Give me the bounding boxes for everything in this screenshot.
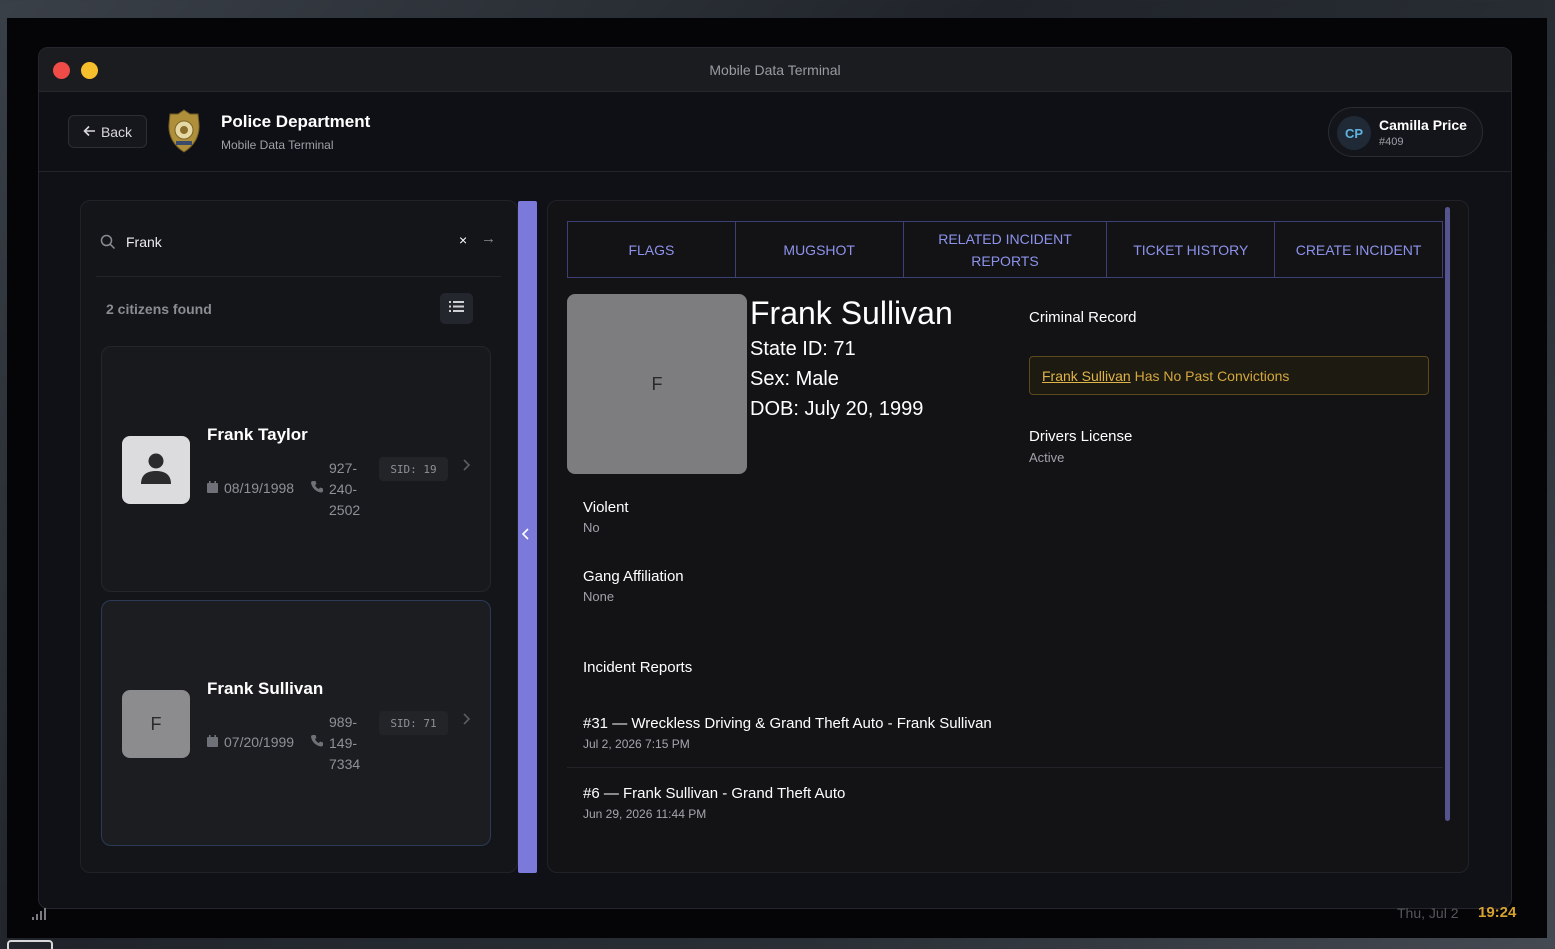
calendar-icon	[207, 734, 218, 750]
citizen-dob: 08/19/1998	[207, 480, 294, 496]
gang-title: Gang Affiliation	[583, 568, 684, 585]
incident-title: #6 — Frank Sullivan - Grand Theft Auto	[583, 785, 846, 802]
conviction-name-link[interactable]: Frank Sullivan	[1042, 368, 1131, 384]
chevron-right-icon	[462, 712, 471, 731]
taskbar-date: Thu, Jul 2	[1397, 905, 1459, 921]
tab-flags[interactable]: FLAGS	[568, 222, 736, 277]
incident-title: #31 — Wreckless Driving & Grand Theft Au…	[583, 715, 992, 732]
tab-ticket-history[interactable]: TICKET HISTORY	[1107, 222, 1276, 277]
citizen-dob: 07/20/1999	[207, 734, 294, 750]
sid-badge: SID: 71	[379, 711, 448, 735]
license-value: Active	[1029, 450, 1065, 465]
citizen-avatar	[122, 436, 190, 504]
divider	[567, 767, 1443, 768]
arrow-left-icon	[83, 124, 96, 140]
citizen-name: Frank Sullivan	[207, 679, 324, 698]
signal-strength-icon	[32, 906, 52, 920]
department-name: Police Department	[221, 112, 371, 131]
home-indicator[interactable]	[7, 940, 53, 949]
criminal-record-title: Criminal Record	[1029, 309, 1137, 326]
incident-report-item[interactable]: #31 — Wreckless Driving & Grand Theft Au…	[583, 715, 1423, 751]
chevron-left-icon	[521, 527, 531, 545]
user-name: Camilla Price	[1379, 117, 1467, 133]
conviction-notice: Frank Sullivan Has No Past Convictions	[1029, 356, 1429, 395]
calendar-icon	[207, 480, 218, 496]
citizen-dob-text: 07/20/1999	[224, 734, 295, 750]
search-input[interactable]	[126, 231, 446, 253]
citizen-dob-text: 08/19/1998	[224, 480, 295, 496]
citizen-avatar: F	[122, 690, 190, 758]
back-button[interactable]: Back	[68, 115, 147, 148]
list-icon	[449, 300, 464, 318]
app-header: Back Police Department Mobile Data Termi…	[39, 92, 1511, 172]
conviction-text: Has No Past Convictions	[1130, 368, 1290, 384]
profile-sex: Sex: Male	[750, 368, 839, 390]
search-bar: × →	[96, 221, 501, 277]
phone-icon	[311, 734, 323, 752]
profile-state-id: State ID: 71	[750, 338, 856, 360]
back-label: Back	[100, 123, 133, 140]
clear-search-button[interactable]: ×	[459, 232, 467, 248]
license-title: Drivers License	[1029, 428, 1133, 445]
citizen-search-panel: × → 2 citizens found Frank Taylor 08/19/…	[80, 200, 518, 873]
violent-value: No	[583, 520, 600, 535]
mugshot-image[interactable]: F	[567, 294, 747, 474]
citizen-name: Frank Taylor	[207, 425, 308, 444]
incident-report-item[interactable]: #6 — Frank Sullivan - Grand Theft Auto J…	[583, 785, 1423, 821]
violent-title: Violent	[583, 499, 629, 516]
gang-value: None	[583, 589, 615, 604]
title-bar: Mobile Data Terminal	[39, 48, 1511, 92]
citizen-phone: 927- 240- 2502	[329, 460, 361, 518]
police-badge-icon	[166, 108, 202, 154]
citizen-phone: 989- 149- 7334	[329, 714, 361, 772]
citizen-profile-panel: FLAGS MUGSHOT RELATED INCIDENT REPORTS T…	[547, 200, 1469, 873]
scrollbar[interactable]	[1445, 207, 1450, 821]
tab-create-incident[interactable]: CREATE INCIDENT	[1275, 222, 1442, 277]
chevron-right-icon	[462, 458, 471, 477]
profile-name: Frank Sullivan	[750, 295, 953, 331]
sid-badge: SID: 19	[379, 457, 448, 481]
list-view-toggle[interactable]	[440, 293, 473, 324]
department-subtitle: Mobile Data Terminal	[221, 138, 334, 152]
profile-dob: DOB: July 20, 1999	[750, 398, 924, 420]
search-submit-button[interactable]: →	[481, 230, 496, 247]
mdt-window: Mobile Data Terminal Back Police Departm…	[38, 47, 1512, 909]
incident-date: Jul 2, 2026 7:15 PM	[583, 737, 690, 751]
search-icon	[100, 234, 116, 250]
profile-tabs: FLAGS MUGSHOT RELATED INCIDENT REPORTS T…	[567, 221, 1443, 278]
tab-related-incident-reports[interactable]: RELATED INCIDENT REPORTS	[904, 222, 1108, 277]
window-title: Mobile Data Terminal	[709, 62, 841, 78]
citizen-card[interactable]: Frank Taylor 08/19/1998 927- 240- 2502 S…	[101, 346, 491, 592]
taskbar-time: 19:24	[1478, 904, 1517, 921]
user-silhouette-icon	[138, 450, 174, 491]
citizen-card-selected[interactable]: F Frank Sullivan 07/20/1999 989- 149- 73…	[101, 600, 491, 846]
user-avatar: CP	[1337, 116, 1371, 150]
tab-mugshot[interactable]: MUGSHOT	[736, 222, 904, 277]
phone-icon	[311, 480, 323, 498]
panel-collapse-handle[interactable]	[518, 201, 537, 873]
results-count: 2 citizens found	[106, 301, 212, 317]
incident-date: Jun 29, 2026 11:44 PM	[583, 807, 707, 821]
user-badge-number: #409	[1379, 136, 1404, 148]
incident-reports-title: Incident Reports	[583, 659, 693, 676]
user-profile-pill[interactable]: CP Camilla Price #409	[1328, 107, 1483, 157]
